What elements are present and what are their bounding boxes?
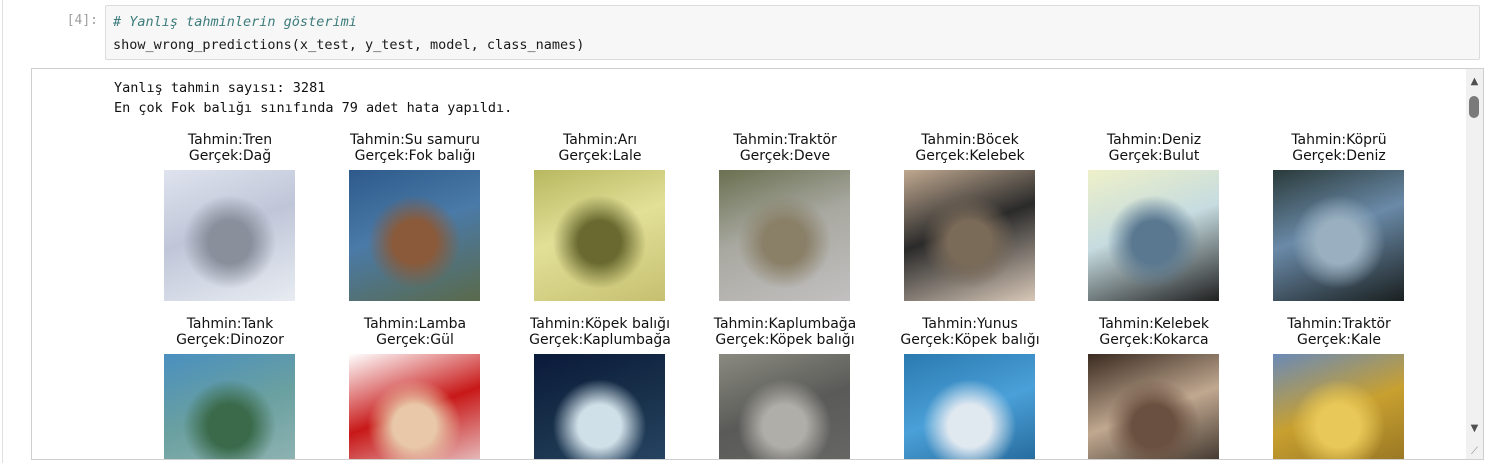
predicted-label: Tahmin:Lamba bbox=[363, 316, 467, 332]
cell-output-area[interactable]: Yanlış tahmin sayısı: 3281 En çok Fok ba… bbox=[31, 68, 1484, 460]
prediction-item: Tahmin:Köpek balığı Gerçek:Kaplumbağa bbox=[500, 316, 700, 348]
cell-left-border bbox=[2, 0, 3, 463]
predicted-label: Tahmin:Traktör bbox=[1287, 316, 1391, 332]
prediction-item: Tahmin:Tren Gerçek:Dağ bbox=[130, 132, 330, 164]
predicted-label: Tahmin:Köpek balığı bbox=[530, 316, 670, 332]
code-call-line: show_wrong_predictions(x_test, y_test, m… bbox=[113, 37, 585, 53]
sample-image bbox=[164, 170, 295, 301]
prediction-item: Tahmin:Lamba Gerçek:Gül bbox=[315, 316, 515, 348]
prediction-item: Tahmin:Köprü Gerçek:Deniz bbox=[1239, 132, 1439, 164]
scrollbar-thumb[interactable] bbox=[1469, 96, 1479, 118]
predicted-label: Tahmin:Tank bbox=[186, 316, 274, 332]
prediction-item: Tahmin:Su samuru Gerçek:Fok balığı bbox=[315, 132, 515, 164]
sample-image bbox=[719, 354, 850, 459]
predicted-label: Tahmin:Yunus bbox=[922, 316, 1018, 332]
true-label: Gerçek:Fok balığı bbox=[354, 148, 476, 164]
predicted-label: Tahmin:Deniz bbox=[1106, 132, 1202, 148]
sample-image bbox=[164, 354, 295, 459]
true-label: Gerçek:Kelebek bbox=[915, 148, 1025, 164]
true-label: Gerçek:Gül bbox=[376, 332, 454, 348]
true-label: Gerçek:Dağ bbox=[188, 148, 272, 164]
true-label: Gerçek:Kale bbox=[1296, 332, 1382, 348]
true-label: Gerçek:Deve bbox=[739, 148, 831, 164]
sample-image bbox=[904, 354, 1035, 459]
sample-image bbox=[1273, 170, 1404, 301]
predicted-label: Tahmin:Böcek bbox=[921, 132, 1019, 148]
scroll-up-arrow-icon[interactable]: ▲ bbox=[1466, 73, 1483, 90]
sample-image bbox=[349, 354, 480, 459]
predicted-label: Tahmin:Su samuru bbox=[349, 132, 481, 148]
code-cell-input[interactable]: # Yanlış tahminlerin gösterimi show_wron… bbox=[105, 5, 1480, 60]
sample-image bbox=[1088, 170, 1219, 301]
stdout-text: Yanlış tahmin sayısı: 3281 En çok Fok ba… bbox=[114, 78, 512, 118]
predicted-label: Tahmin:Tren bbox=[187, 132, 273, 148]
predicted-label: Tahmin:Traktör bbox=[733, 132, 837, 148]
sample-image bbox=[1273, 354, 1404, 459]
sample-image bbox=[349, 170, 480, 301]
true-label: Gerçek:Dinozor bbox=[176, 332, 284, 348]
prediction-item: Tahmin:Kelebek Gerçek:Kokarca bbox=[1054, 316, 1254, 348]
execution-count-prompt: [4]: bbox=[66, 13, 98, 28]
prediction-item: Tahmin:Kaplumbağa Gerçek:Köpek balığı bbox=[685, 316, 885, 348]
sample-image bbox=[534, 170, 665, 301]
true-label: Gerçek:Deniz bbox=[1292, 148, 1386, 164]
sample-image bbox=[1088, 354, 1219, 459]
true-label: Gerçek:Lale bbox=[558, 148, 642, 164]
scroll-down-arrow-icon[interactable]: ▼ bbox=[1466, 420, 1483, 437]
predicted-label: Tahmin:Arı bbox=[562, 132, 638, 148]
prediction-item: Tahmin:Yunus Gerçek:Köpek balığı bbox=[870, 316, 1070, 348]
prediction-image-grid: Tahmin:Tren Gerçek:Dağ Tahmin:Su samuru Ger… bbox=[32, 132, 1462, 459]
predicted-label: Tahmin:Köprü bbox=[1291, 132, 1387, 148]
true-label: Gerçek:Bulut bbox=[1108, 148, 1200, 164]
sample-image bbox=[719, 170, 850, 301]
prediction-item: Tahmin:Tank Gerçek:Dinozor bbox=[130, 316, 330, 348]
most-errors-line: En çok Fok balığı sınıfında 79 adet hata… bbox=[114, 100, 513, 116]
sample-image bbox=[534, 354, 665, 459]
output-scrollbar[interactable]: ▲ ▼ bbox=[1466, 69, 1483, 459]
true-label: Gerçek:Köpek balığı bbox=[715, 332, 855, 348]
prediction-item: Tahmin:Deniz Gerçek:Bulut bbox=[1054, 132, 1254, 164]
wrong-count-line: Yanlış tahmin sayısı: 3281 bbox=[114, 80, 326, 96]
predicted-label: Tahmin:Kelebek bbox=[1098, 316, 1209, 332]
true-label: Gerçek:Kokarca bbox=[1099, 332, 1209, 348]
code-comment-line: # Yanlış tahminlerin gösterimi bbox=[113, 14, 357, 30]
prediction-item: Tahmin:Arı Gerçek:Lale bbox=[500, 132, 700, 164]
true-label: Gerçek:Kaplumbağa bbox=[529, 332, 671, 348]
predicted-label: Tahmin:Kaplumbağa bbox=[713, 316, 857, 332]
prediction-item: Tahmin:Traktör Gerçek:Kale bbox=[1239, 316, 1439, 348]
true-label: Gerçek:Köpek balığı bbox=[900, 332, 1040, 348]
prediction-item: Tahmin:Traktör Gerçek:Deve bbox=[685, 132, 885, 164]
resize-grip-icon[interactable]: ⟋ bbox=[1471, 447, 1481, 457]
prediction-item: Tahmin:Böcek Gerçek:Kelebek bbox=[870, 132, 1070, 164]
sample-image bbox=[904, 170, 1035, 301]
